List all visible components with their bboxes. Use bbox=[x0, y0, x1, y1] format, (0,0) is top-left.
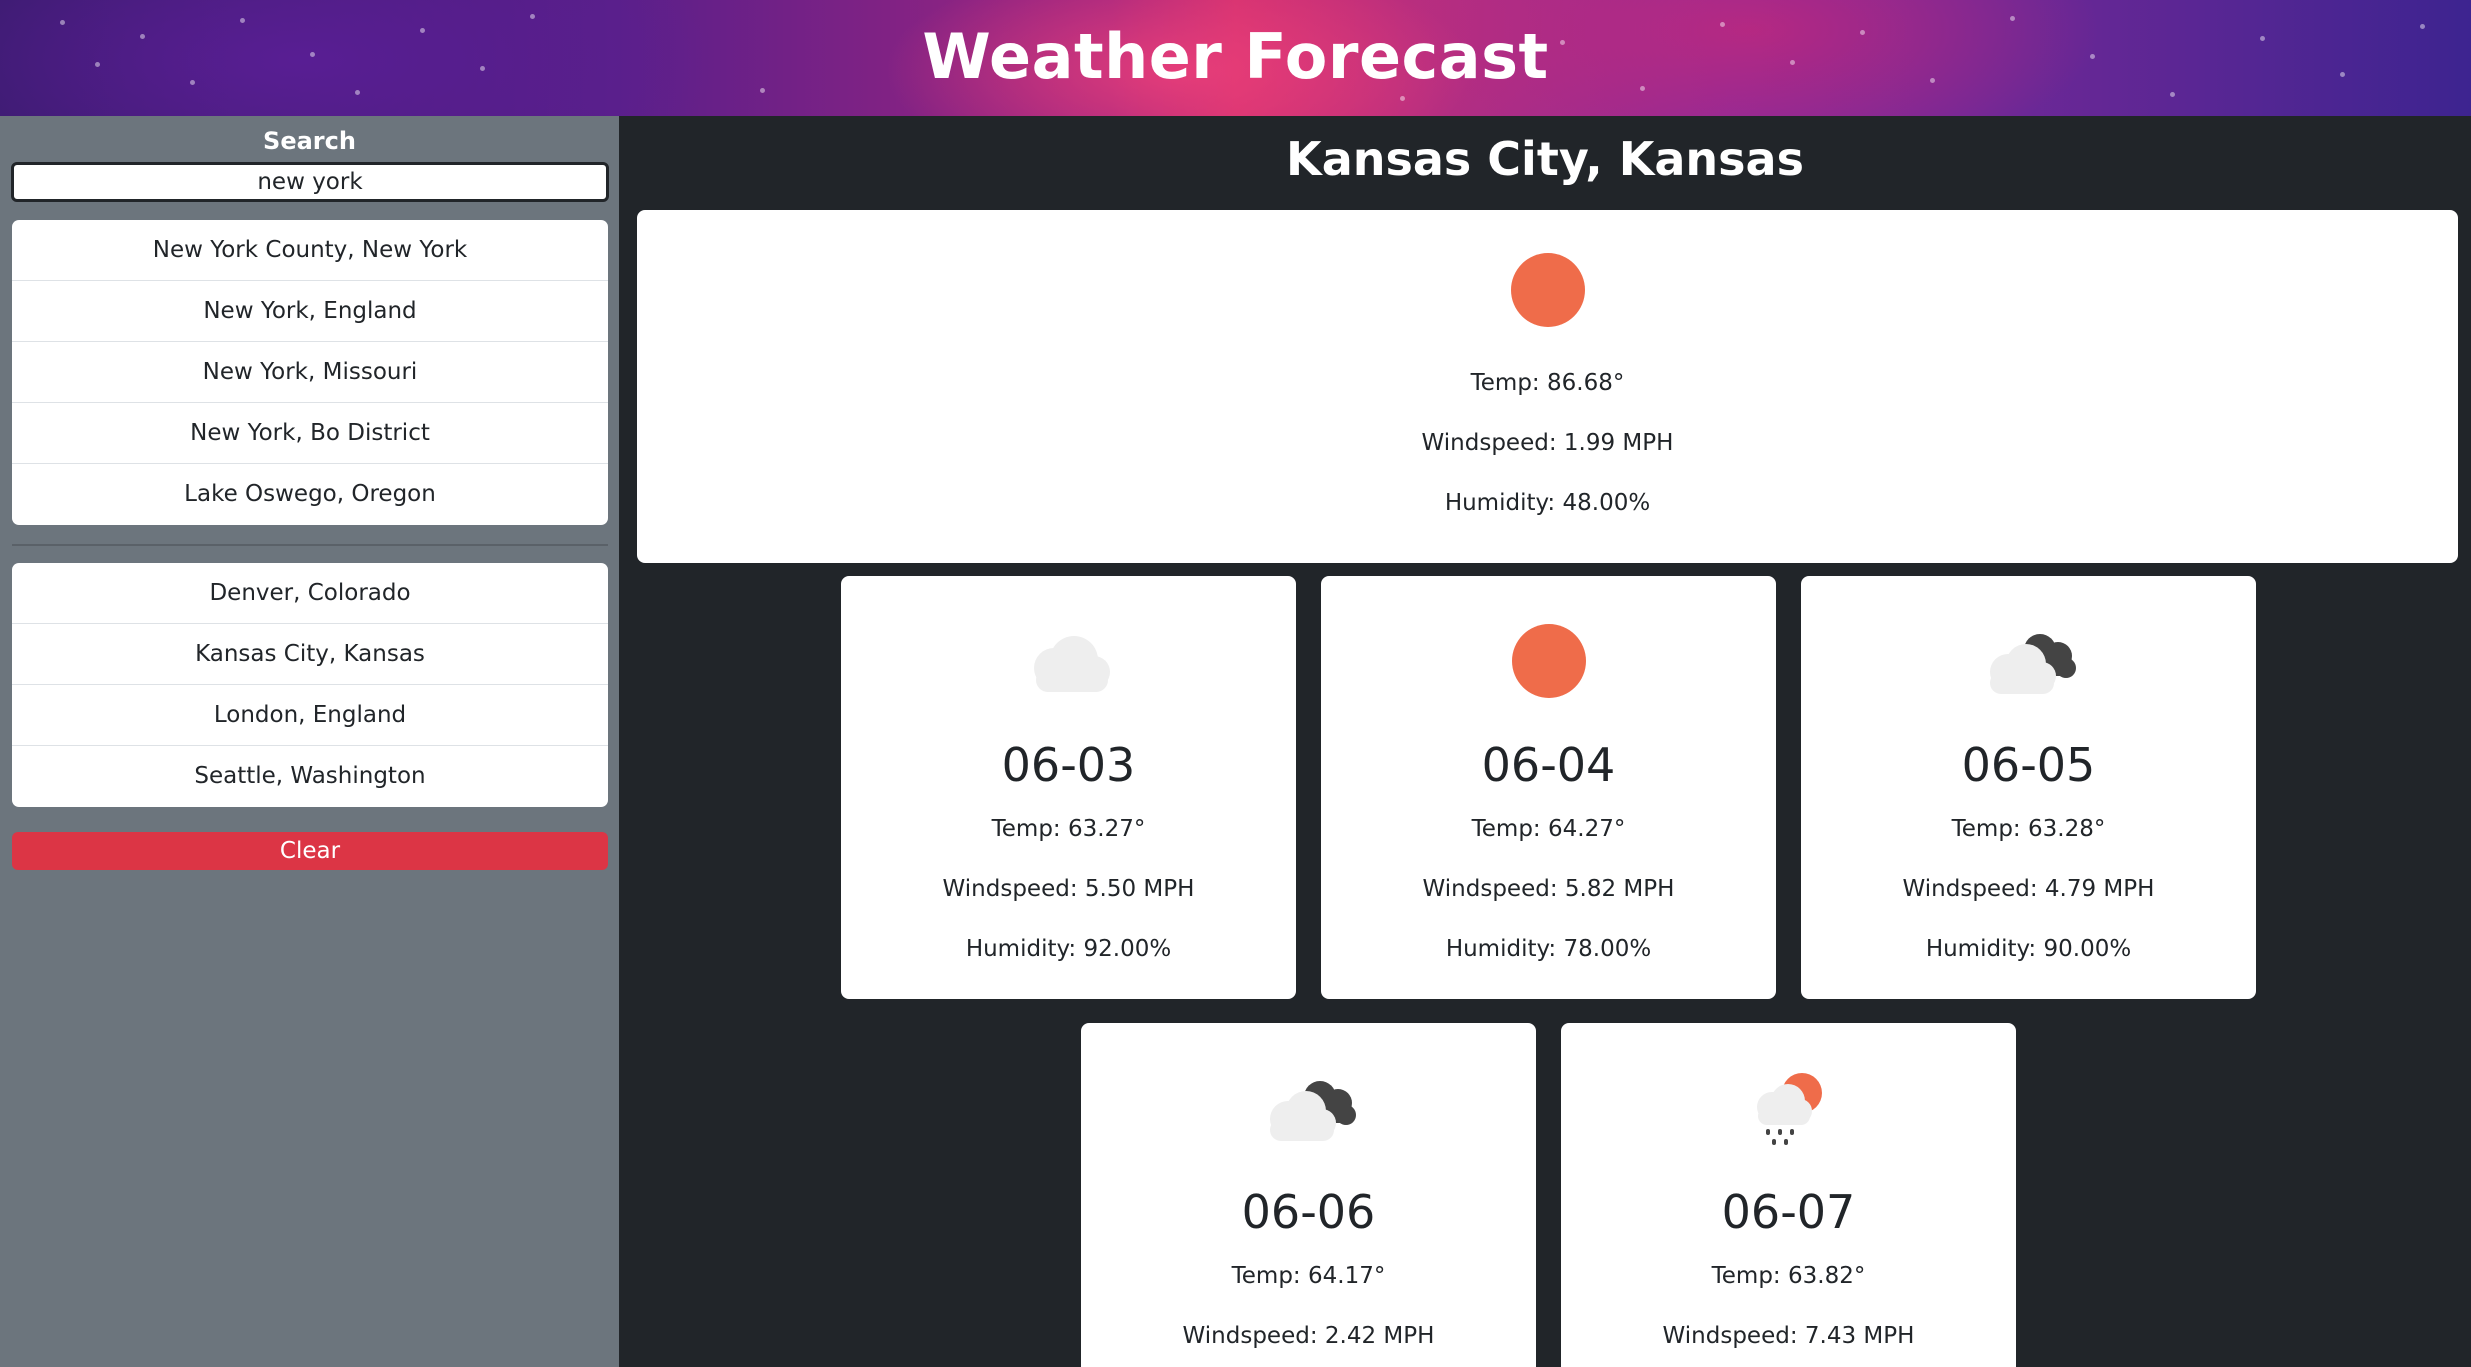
forecast-date: 06-07 bbox=[1721, 1185, 1856, 1239]
sun-icon bbox=[1511, 624, 1586, 698]
forecast-temp: Temp: 63.82° bbox=[1711, 1263, 1866, 1289]
forecast-humidity: Humidity: 92.00% bbox=[965, 936, 1172, 962]
clear-button[interactable]: Clear bbox=[12, 832, 608, 870]
forecast-card: 06-07 Temp: 63.82° Windspeed: 7.43 MPH bbox=[1561, 1023, 2016, 1367]
search-result-item[interactable]: Lake Oswego, Oregon bbox=[12, 464, 608, 525]
main-content: Kansas City, Kansas Temp: 86.68° Windspe… bbox=[619, 116, 2471, 1367]
forecast-card: 06-05 Temp: 63.28° Windspeed: 4.79 MPH H… bbox=[1801, 576, 2256, 999]
current-weather-card: Temp: 86.68° Windspeed: 1.99 MPH Humidit… bbox=[637, 210, 2458, 563]
divider bbox=[12, 544, 608, 546]
search-result-item[interactable]: New York, Bo District bbox=[12, 403, 608, 464]
history-item[interactable]: London, England bbox=[12, 685, 608, 746]
search-result-item[interactable]: New York, England bbox=[12, 281, 608, 342]
rain-sun-icon bbox=[1756, 1073, 1822, 1145]
sidebar: Search New York County, New York New Yor… bbox=[0, 116, 619, 1367]
current-humidity: Humidity: 48.00% bbox=[1444, 490, 1651, 516]
forecast-date: 06-06 bbox=[1241, 1185, 1376, 1239]
current-windspeed: Windspeed: 1.99 MPH bbox=[1421, 430, 1674, 456]
forecast-windspeed: Windspeed: 7.43 MPH bbox=[1662, 1323, 1915, 1349]
search-result-item[interactable]: New York County, New York bbox=[12, 220, 608, 281]
forecast-temp: Temp: 64.27° bbox=[1471, 816, 1626, 842]
forecast-windspeed: Windspeed: 5.82 MPH bbox=[1422, 876, 1675, 902]
forecast-humidity: Humidity: 90.00% bbox=[1925, 936, 2132, 962]
forecast-windspeed: Windspeed: 2.42 MPH bbox=[1182, 1323, 1435, 1349]
forecast-windspeed: Windspeed: 5.50 MPH bbox=[942, 876, 1195, 902]
forecast-card: 06-06 Temp: 64.17° Windspeed: 2.42 MPH bbox=[1081, 1023, 1536, 1367]
search-history-list: Denver, Colorado Kansas City, Kansas Lon… bbox=[12, 563, 608, 807]
forecast-card: 06-04 Temp: 64.27° Windspeed: 5.82 MPH H… bbox=[1321, 576, 1776, 999]
forecast-date: 06-03 bbox=[1001, 738, 1136, 792]
history-item[interactable]: Kansas City, Kansas bbox=[12, 624, 608, 685]
history-item[interactable]: Denver, Colorado bbox=[12, 563, 608, 624]
page-header: Weather Forecast bbox=[0, 0, 2471, 116]
search-label: Search bbox=[263, 127, 356, 155]
forecast-temp: Temp: 64.17° bbox=[1231, 1263, 1386, 1289]
cloud-icon bbox=[1033, 636, 1110, 692]
forecast-windspeed: Windspeed: 4.79 MPH bbox=[1902, 876, 2155, 902]
broken-clouds-icon bbox=[1269, 1081, 1356, 1141]
forecast-humidity: Humidity: 78.00% bbox=[1445, 936, 1652, 962]
page-title: Weather Forecast bbox=[922, 20, 1549, 93]
forecast-temp: Temp: 63.28° bbox=[1951, 816, 2106, 842]
forecast-date: 06-05 bbox=[1961, 738, 2096, 792]
forecast-date: 06-04 bbox=[1481, 738, 1616, 792]
broken-clouds-icon bbox=[1989, 634, 2076, 694]
history-item[interactable]: Seattle, Washington bbox=[12, 746, 608, 807]
search-input[interactable] bbox=[11, 162, 609, 202]
forecast-card: 06-03 Temp: 63.27° Windspeed: 5.50 MPH H… bbox=[841, 576, 1296, 999]
current-temp: Temp: 86.68° bbox=[1470, 370, 1625, 396]
search-results-list: New York County, New York New York, Engl… bbox=[12, 220, 608, 525]
forecast-temp: Temp: 63.27° bbox=[991, 816, 1146, 842]
search-result-item[interactable]: New York, Missouri bbox=[12, 342, 608, 403]
sun-icon bbox=[1510, 253, 1585, 327]
city-title: Kansas City, Kansas bbox=[1286, 132, 1804, 186]
